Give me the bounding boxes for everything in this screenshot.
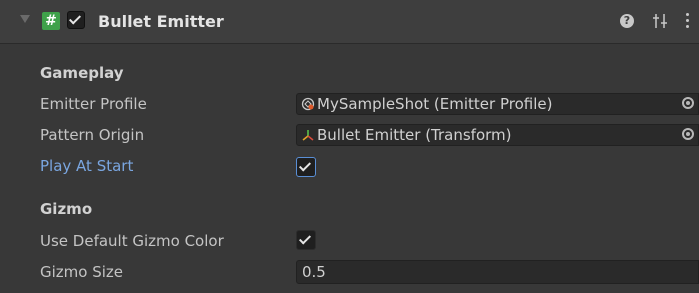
transform-icon	[302, 130, 314, 141]
play-at-start-checkbox[interactable]	[296, 157, 316, 177]
checkmark-icon	[68, 12, 82, 25]
emitter-profile-value: MySampleShot (Emitter Profile)	[317, 95, 553, 113]
checkmark-icon	[298, 159, 312, 172]
section-header-gizmo: Gizmo	[40, 200, 93, 218]
checkmark-icon	[298, 232, 312, 245]
gizmo-size-field[interactable]: 0.5	[296, 260, 699, 284]
kebab-menu-icon[interactable]	[686, 13, 690, 29]
object-picker-icon[interactable]	[682, 128, 694, 140]
pattern-origin-label: Pattern Origin	[40, 126, 145, 144]
scriptable-object-icon	[301, 97, 315, 111]
pattern-origin-value: Bullet Emitter (Transform)	[317, 126, 512, 144]
component-header[interactable]: # Bullet Emitter ?	[0, 0, 699, 44]
component-title: Bullet Emitter	[98, 12, 224, 31]
play-at-start-label: Play At Start	[40, 157, 134, 175]
emitter-profile-field[interactable]: MySampleShot (Emitter Profile)	[296, 93, 699, 115]
use-default-gizmo-color-label: Use Default Gizmo Color	[40, 232, 224, 250]
help-icon[interactable]: ?	[620, 14, 634, 28]
cs-script-icon: #	[42, 12, 60, 30]
section-header-gameplay: Gameplay	[40, 64, 124, 82]
object-picker-icon[interactable]	[682, 97, 694, 109]
pattern-origin-field[interactable]: Bullet Emitter (Transform)	[296, 124, 699, 146]
foldout-triangle-icon[interactable]	[20, 15, 30, 23]
gizmo-size-value: 0.5	[302, 263, 326, 281]
presets-icon[interactable]	[652, 12, 668, 30]
gizmo-size-label: Gizmo Size	[40, 263, 124, 281]
use-default-gizmo-color-checkbox[interactable]	[296, 230, 316, 250]
emitter-profile-label: Emitter Profile	[40, 95, 147, 113]
component-enabled-checkbox[interactable]	[67, 11, 85, 29]
